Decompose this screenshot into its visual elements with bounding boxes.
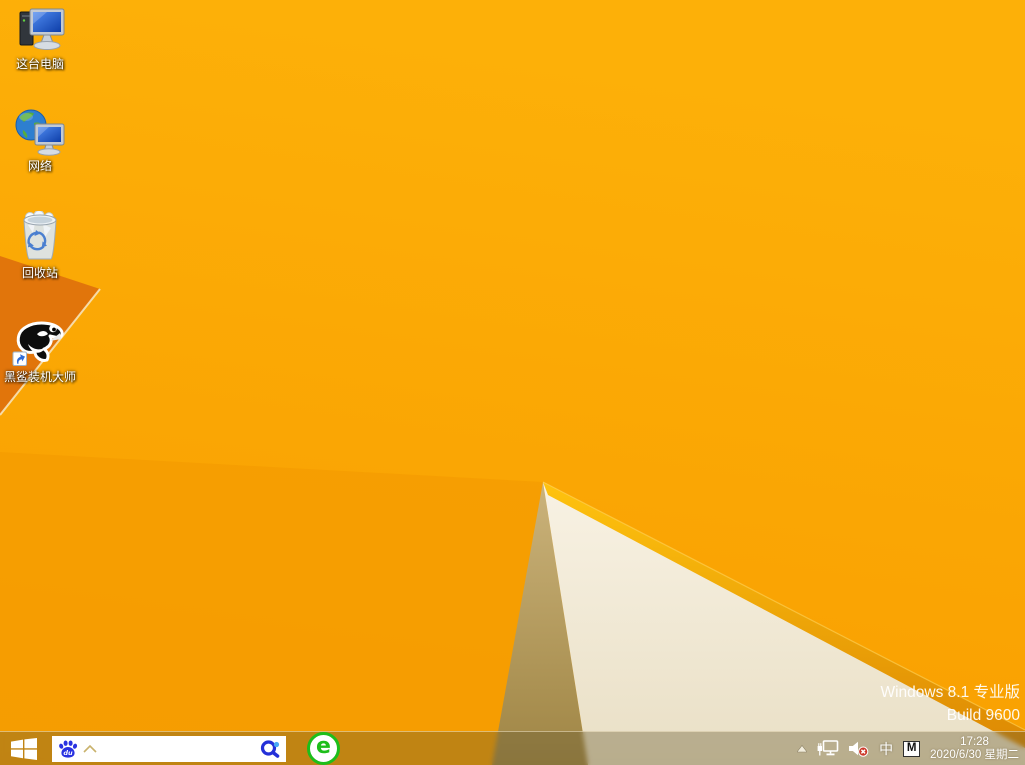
ethernet-network-icon bbox=[817, 740, 839, 757]
desktop-icon-network[interactable]: 网络 bbox=[0, 108, 80, 175]
desktop-icon-label: 回收站 bbox=[22, 266, 58, 280]
toolbar-collapse-caret-icon[interactable] bbox=[83, 745, 97, 753]
green-browser-button[interactable]: e bbox=[307, 732, 340, 765]
wallpaper-image bbox=[0, 0, 1025, 765]
taskbar-search-box: du bbox=[52, 736, 286, 762]
ime-mode-indicator[interactable]: M bbox=[903, 741, 920, 757]
taskbar: du e bbox=[0, 731, 1025, 765]
desktop-icon-label: 黑鲨装机大师 bbox=[4, 370, 76, 384]
clock-date: 2020/6/30 星期二 bbox=[930, 749, 1019, 762]
browser-e-glyph: e bbox=[316, 736, 331, 758]
baidu-search-icon[interactable] bbox=[259, 738, 281, 760]
windows-logo-icon bbox=[11, 738, 37, 760]
system-tray: 中 M 17:28 2020/6/30 星期二 bbox=[797, 736, 1025, 762]
desktop-icon-recycle-bin[interactable]: 回收站 bbox=[0, 211, 80, 282]
volume-muted-button[interactable] bbox=[849, 741, 869, 757]
watermark-edition: Windows 8.1 专业版 bbox=[880, 684, 1020, 701]
taskbar-clock[interactable]: 17:28 2020/6/30 星期二 bbox=[930, 736, 1019, 762]
windows-version-watermark: Windows 8.1 专业版 Build 9600 bbox=[880, 684, 1020, 730]
this-pc-icon bbox=[13, 6, 67, 54]
chevron-up-icon bbox=[797, 745, 807, 753]
clock-time: 17:28 bbox=[930, 736, 1019, 749]
ime-language-indicator[interactable]: 中 bbox=[879, 742, 893, 756]
desktop-icon-this-pc[interactable]: 这台电脑 bbox=[0, 6, 80, 73]
shortcut-arrow-overlay bbox=[13, 352, 27, 366]
watermark-build: Build 9600 bbox=[880, 707, 1020, 724]
recycle-bin-icon bbox=[16, 211, 64, 263]
desktop-screen: 这台电脑 网络 bbox=[0, 0, 1025, 765]
desktop-icon-heishark-installer[interactable]: 黑鲨装机大师 bbox=[0, 315, 80, 386]
speaker-muted-icon bbox=[849, 741, 869, 757]
desktop-icon-label: 网络 bbox=[28, 159, 52, 173]
network-icon bbox=[13, 108, 67, 156]
start-button[interactable] bbox=[0, 732, 52, 765]
svg-text:du: du bbox=[63, 749, 73, 757]
network-tray-button[interactable] bbox=[817, 740, 839, 757]
show-hidden-icons-button[interactable] bbox=[797, 745, 807, 753]
taskbar-search-input[interactable] bbox=[102, 739, 254, 759]
desktop-icon-label: 这台电脑 bbox=[16, 57, 64, 71]
heishark-shark-icon bbox=[12, 315, 68, 367]
baidu-paw-icon[interactable]: du bbox=[58, 739, 78, 759]
